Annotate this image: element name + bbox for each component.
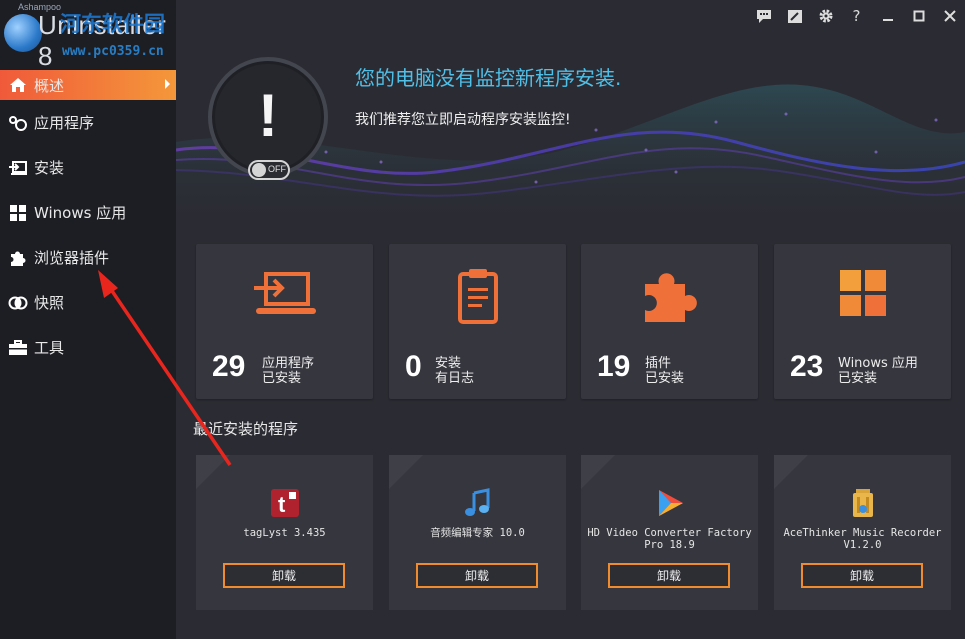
uninstall-button[interactable]: 卸载 — [223, 563, 345, 588]
sidebar-item-label: 应用程序 — [34, 114, 95, 132]
app-name: AceThinker Music Recorder V1.2.0 — [783, 527, 942, 551]
clipboard-icon — [389, 268, 566, 324]
stat-count: 23 — [790, 350, 824, 383]
windows-tiles-icon — [774, 268, 951, 324]
sidebar-item-apps[interactable]: 应用程序 — [0, 100, 176, 145]
chevron-right-icon — [165, 79, 170, 89]
feedback-icon[interactable] — [748, 0, 779, 32]
stat-count: 29 — [212, 350, 246, 383]
stat-count: 19 — [597, 350, 631, 383]
app-logo: Ashampoo Uninstaller 8 河东软件园 www.pc0359.… — [0, 0, 176, 71]
recorder-bin-icon — [847, 487, 879, 519]
monitor-toggle[interactable]: OFF — [248, 160, 290, 180]
toggle-label: OFF — [268, 164, 286, 174]
stat-card-plugins[interactable]: 19 插件 已安装 — [581, 244, 758, 399]
uninstall-button[interactable]: 卸载 — [608, 563, 730, 588]
card-corner — [774, 455, 808, 489]
sidebar-item-label: Winows 应用 — [34, 204, 127, 222]
app-name: 音频编辑专家 10.0 — [430, 527, 525, 539]
windows-icon — [8, 203, 28, 223]
stat-sublabel: 已安装 — [262, 371, 302, 386]
sidebar-item-browser-plugins[interactable]: 浏览器插件 — [0, 235, 176, 280]
stat-sublabel: 已安装 — [645, 371, 685, 386]
card-corner — [581, 455, 615, 489]
sidebar-item-install[interactable]: 安装 — [0, 145, 176, 190]
app-window: Ashampoo Uninstaller 8 河东软件园 www.pc0359.… — [0, 0, 965, 639]
taglyst-icon: t — [269, 487, 301, 519]
edit-icon[interactable] — [779, 0, 810, 32]
uninstall-button[interactable]: 卸载 — [801, 563, 923, 588]
alert-icon: ! — [258, 82, 278, 149]
puzzle-icon — [8, 248, 28, 268]
sidebar-item-windows-apps[interactable]: Winows 应用 — [0, 190, 176, 235]
stat-card-installs[interactable]: 0 安装 有日志 — [389, 244, 566, 399]
sidebar-item-snapshot[interactable]: 快照 — [0, 280, 176, 325]
help-icon[interactable]: ? — [841, 0, 872, 32]
sidebar-item-overview[interactable]: 概述 — [0, 70, 176, 100]
monitor-status-indicator: ! — [208, 57, 328, 177]
gear-icon[interactable] — [810, 0, 841, 32]
logo-globe-icon — [4, 14, 42, 52]
sidebar-item-label: 安装 — [34, 159, 65, 177]
recent-app-card[interactable]: t tagLyst 3.435 卸载 — [196, 455, 373, 610]
sidebar-item-label: 概述 — [34, 76, 65, 95]
hero-title: 您的电脑没有监控新程序安装. — [355, 66, 622, 90]
install-icon — [8, 158, 28, 178]
toolbox-icon — [8, 338, 28, 358]
home-icon — [8, 75, 28, 95]
stat-sublabel: 已安装 — [838, 371, 878, 386]
sidebar: Ashampoo Uninstaller 8 河东软件园 www.pc0359.… — [0, 0, 176, 639]
music-note-icon — [462, 487, 494, 519]
puzzle-icon — [581, 268, 758, 324]
close-icon[interactable] — [934, 0, 965, 32]
recent-app-card[interactable]: AceThinker Music Recorder V1.2.0 卸载 — [774, 455, 951, 610]
sidebar-item-label: 工具 — [34, 339, 65, 357]
app-name: tagLyst 3.435 — [243, 527, 326, 539]
recent-section-title: 最近安装的程序 — [193, 420, 299, 438]
video-play-icon — [654, 487, 686, 519]
sidebar-nav: 概述 应用程序 安装 Winows 应用 浏览器插件 快照 工具 — [0, 70, 176, 370]
stat-sublabel: 有日志 — [435, 371, 475, 386]
toggle-knob — [252, 163, 266, 177]
apps-icon — [8, 113, 28, 133]
uninstall-button[interactable]: 卸载 — [416, 563, 538, 588]
card-corner — [196, 455, 230, 489]
app-name: HD Video Converter Factory Pro 18.9 — [587, 527, 752, 551]
hero-subtitle: 我们推荐您立即启动程序安装监控! — [355, 112, 571, 128]
stat-card-apps[interactable]: 29 应用程序 已安装 — [196, 244, 373, 399]
sidebar-item-label: 浏览器插件 — [34, 249, 110, 267]
recent-app-card[interactable]: 音频编辑专家 10.0 卸载 — [389, 455, 566, 610]
recent-app-card[interactable]: HD Video Converter Factory Pro 18.9 卸载 — [581, 455, 758, 610]
stat-count: 0 — [405, 350, 422, 383]
maximize-icon[interactable] — [903, 0, 934, 32]
watermark-url: www.pc0359.cn — [62, 44, 164, 59]
snapshot-icon — [8, 293, 28, 313]
stat-card-windows-apps[interactable]: 23 Winows 应用 已安装 — [774, 244, 951, 399]
svg-text:t: t — [278, 492, 286, 517]
watermark-text: 河东软件园 — [60, 12, 165, 36]
card-corner — [389, 455, 423, 489]
sidebar-item-label: 快照 — [34, 294, 65, 312]
laptop-install-icon — [196, 268, 373, 324]
minimize-icon[interactable] — [872, 0, 903, 32]
title-bar-controls: ? — [745, 0, 965, 32]
sidebar-item-tools[interactable]: 工具 — [0, 325, 176, 370]
